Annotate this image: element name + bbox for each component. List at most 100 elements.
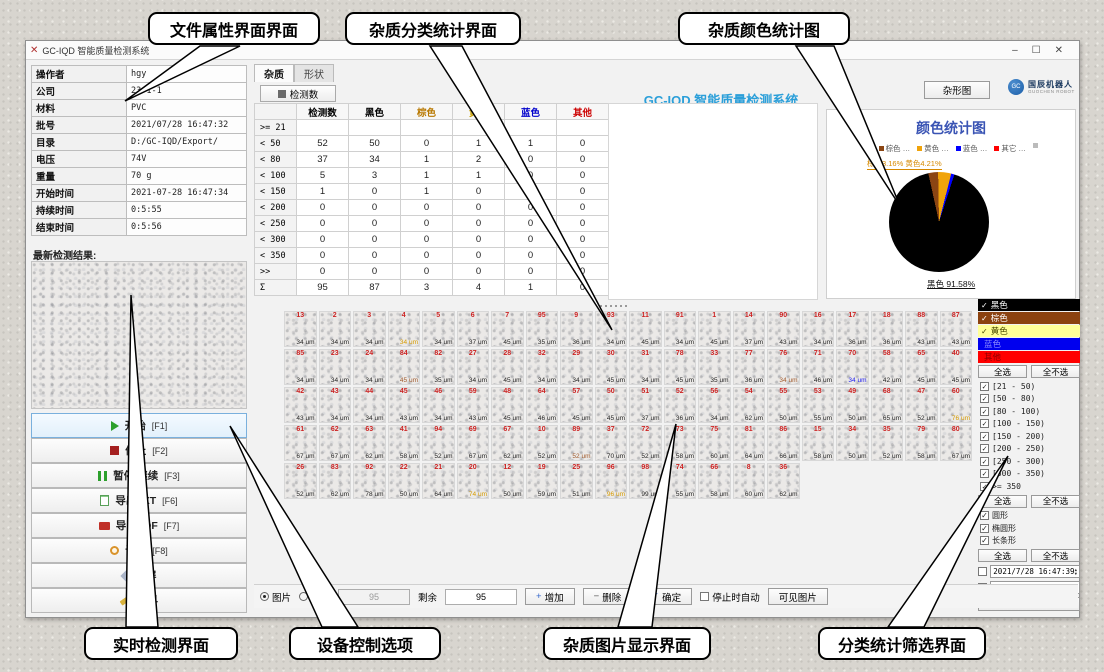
impurity-thumbnail[interactable]: 8164 um — [733, 425, 766, 461]
filter-shape-圆形[interactable]: ✓圆形 — [978, 510, 1080, 523]
close-button[interactable]: ✕ — [1055, 45, 1063, 56]
impurity-thumbnail[interactable]: 4950 um — [836, 387, 869, 423]
impurity-thumbnail[interactable]: 5355 um — [802, 387, 835, 423]
delete-button[interactable]: −删除 — [583, 588, 633, 605]
impurity-thumbnail[interactable]: 5550 um — [767, 387, 800, 423]
impurity-thumbnail[interactable]: 4158 um — [388, 425, 421, 461]
impurity-thumbnail[interactable]: 2250 um — [388, 463, 421, 499]
filter-range-item[interactable]: ✓[300 - 350) — [978, 468, 1080, 481]
impurity-thumbnail[interactable]: 1634 um — [802, 311, 835, 347]
radio-image-option[interactable]: 图片 — [260, 590, 291, 604]
filter-range-item[interactable]: ✓[200 - 250) — [978, 443, 1080, 456]
control-button-pdf[interactable]: 导出PDF[F7] — [31, 513, 247, 538]
impurity-thumbnail[interactable]: 6267 um — [319, 425, 352, 461]
select-none-button[interactable]: 全不选 — [1031, 365, 1080, 378]
control-button-stop[interactable]: 停止[F2] — [31, 438, 247, 463]
datetime-spinner[interactable]: ▲▼ — [1075, 568, 1077, 576]
impurity-thumbnail[interactable]: 9535 um — [526, 311, 559, 347]
auto-on-stop-checkbox[interactable]: 停止时自动 — [700, 590, 760, 604]
impurity-thumbnail[interactable]: 7560 um — [698, 425, 731, 461]
select-all-button[interactable]: 全选 — [978, 495, 1027, 508]
filter-range-item[interactable]: ✓[150 - 200) — [978, 430, 1080, 443]
impurity-thumbnail[interactable]: 8534 um — [284, 349, 317, 385]
impurity-thumbnail[interactable]: 6967 um — [457, 425, 490, 461]
impurity-thumbnail[interactable]: 1145 um — [629, 311, 662, 347]
impurity-thumbnail[interactable]: 2734 um — [457, 349, 490, 385]
impurity-thumbnail[interactable]: 534 um — [422, 311, 455, 347]
impurity-thumbnail[interactable]: 1836 um — [871, 311, 904, 347]
impurity-thumbnail[interactable]: 1736 um — [836, 311, 869, 347]
impurity-thumbnail[interactable]: 4634 um — [422, 387, 455, 423]
impurity-thumbnail[interactable]: 5634 um — [698, 387, 731, 423]
impurity-thumbnail[interactable]: 9134 um — [664, 311, 697, 347]
impurity-thumbnail[interactable]: 5236 um — [664, 387, 697, 423]
impurity-thumbnail[interactable]: 2164 um — [422, 463, 455, 499]
impurity-thumbnail[interactable]: 2934 um — [560, 349, 593, 385]
impurity-thumbnail[interactable]: 7146 um — [802, 349, 835, 385]
impurity-thumbnail[interactable]: 2434 um — [353, 349, 386, 385]
impurity-thumbnail[interactable]: 6446 um — [526, 387, 559, 423]
impurity-thumbnail[interactable]: 4334 um — [319, 387, 352, 423]
impurity-thumbnail[interactable]: 6545 um — [905, 349, 938, 385]
impurity-thumbnail[interactable]: 4045 um — [940, 349, 973, 385]
impurity-thumbnail[interactable]: 1052 um — [526, 425, 559, 461]
tab-杂质[interactable]: 杂质 — [254, 64, 294, 82]
impurity-thumbnail[interactable]: 9452 um — [422, 425, 455, 461]
impurity-thumbnail[interactable]: 936 um — [560, 311, 593, 347]
remain-input[interactable] — [445, 589, 517, 605]
impurity-thumbnail[interactable]: 9278 um — [353, 463, 386, 499]
radio-info-option[interactable]: 信息 — [299, 590, 330, 604]
impurity-thumbnail[interactable]: 5943 um — [457, 387, 490, 423]
impurity-thumbnail[interactable]: 5462 um — [733, 387, 766, 423]
impurity-thumbnail[interactable]: 6658 um — [698, 463, 731, 499]
impurity-thumbnail[interactable]: 3450 um — [836, 425, 869, 461]
filter-range-item[interactable]: ✓[80 - 100) — [978, 405, 1080, 418]
impurity-thumbnail[interactable]: 4434 um — [353, 387, 386, 423]
impurity-thumbnail[interactable]: 7958 um — [905, 425, 938, 461]
impurity-thumbnail[interactable]: 745 um — [491, 311, 524, 347]
impurity-thumbnail[interactable]: 3552 um — [871, 425, 904, 461]
impurity-thumbnail[interactable]: 8952 um — [560, 425, 593, 461]
impurity-thumbnail[interactable]: 7736 um — [733, 349, 766, 385]
impurity-thumbnail[interactable]: 2551 um — [560, 463, 593, 499]
control-button-pause[interactable]: 暂停/继续[F3] — [31, 463, 247, 488]
control-button-full[interactable]: 全屏 — [31, 563, 247, 588]
impurity-thumbnail[interactable]: 860 um — [733, 463, 766, 499]
filter-shape-椭圆形[interactable]: ✓椭圆形 — [978, 522, 1080, 535]
shape-chart-button[interactable]: 杂形图 — [924, 81, 990, 99]
impurity-thumbnail[interactable]: 3662 um — [767, 463, 800, 499]
visible-images-button[interactable]: 可见图片 — [768, 588, 828, 605]
filter-shape-长条形[interactable]: ✓长条形 — [978, 535, 1080, 548]
control-button-play[interactable]: 开始[F1] — [31, 413, 247, 438]
impurity-thumbnail[interactable]: 9043 um — [767, 311, 800, 347]
filter-color-其他[interactable]: 其他 — [978, 351, 1080, 363]
select-none-button[interactable]: 全不选 — [1031, 549, 1080, 562]
impurity-thumbnail[interactable]: 5137 um — [629, 387, 662, 423]
impurity-thumbnail[interactable]: 3045 um — [595, 349, 628, 385]
impurity-thumbnail[interactable]: 5842 um — [871, 349, 904, 385]
impurity-thumbnail[interactable]: 7455 um — [664, 463, 697, 499]
filter-range-item[interactable]: ✓[50 - 80) — [978, 393, 1080, 406]
filter-range-item[interactable]: ✓[250 - 300) — [978, 455, 1080, 468]
impurity-thumbnail[interactable]: 5745 um — [560, 387, 593, 423]
filter-color-黑色[interactable]: ✓黑色 — [978, 299, 1080, 311]
impurity-thumbnail[interactable]: 6362 um — [353, 425, 386, 461]
impurity-thumbnail[interactable]: 9899 um — [629, 463, 662, 499]
impurity-thumbnail[interactable]: 8445 um — [388, 349, 421, 385]
impurity-thumbnail[interactable]: 6167 um — [284, 425, 317, 461]
impurity-thumbnail[interactable]: 4543 um — [388, 387, 421, 423]
impurity-thumbnail[interactable]: 2845 um — [491, 349, 524, 385]
impurity-thumbnail[interactable]: 7634 um — [767, 349, 800, 385]
control-button-clean[interactable]: 清料 — [31, 588, 247, 613]
select-all-button[interactable]: 全选 — [978, 365, 1027, 378]
select-all-button[interactable]: 全选 — [978, 549, 1027, 562]
filter-color-棕色[interactable]: ✓棕色 — [978, 312, 1080, 324]
impurity-thumbnail[interactable]: 1334 um — [284, 311, 317, 347]
add-button[interactable]: +增加 — [525, 588, 575, 605]
impurity-thumbnail[interactable]: 3335 um — [698, 349, 731, 385]
impurity-thumbnail[interactable]: 7845 um — [664, 349, 697, 385]
filter-color-蓝色[interactable]: 蓝色 — [978, 338, 1080, 350]
impurity-thumbnail[interactable]: 9696 um — [595, 463, 628, 499]
impurity-thumbnail[interactable]: 234 um — [319, 311, 352, 347]
detect-count-button[interactable]: 检测数 — [260, 85, 336, 102]
